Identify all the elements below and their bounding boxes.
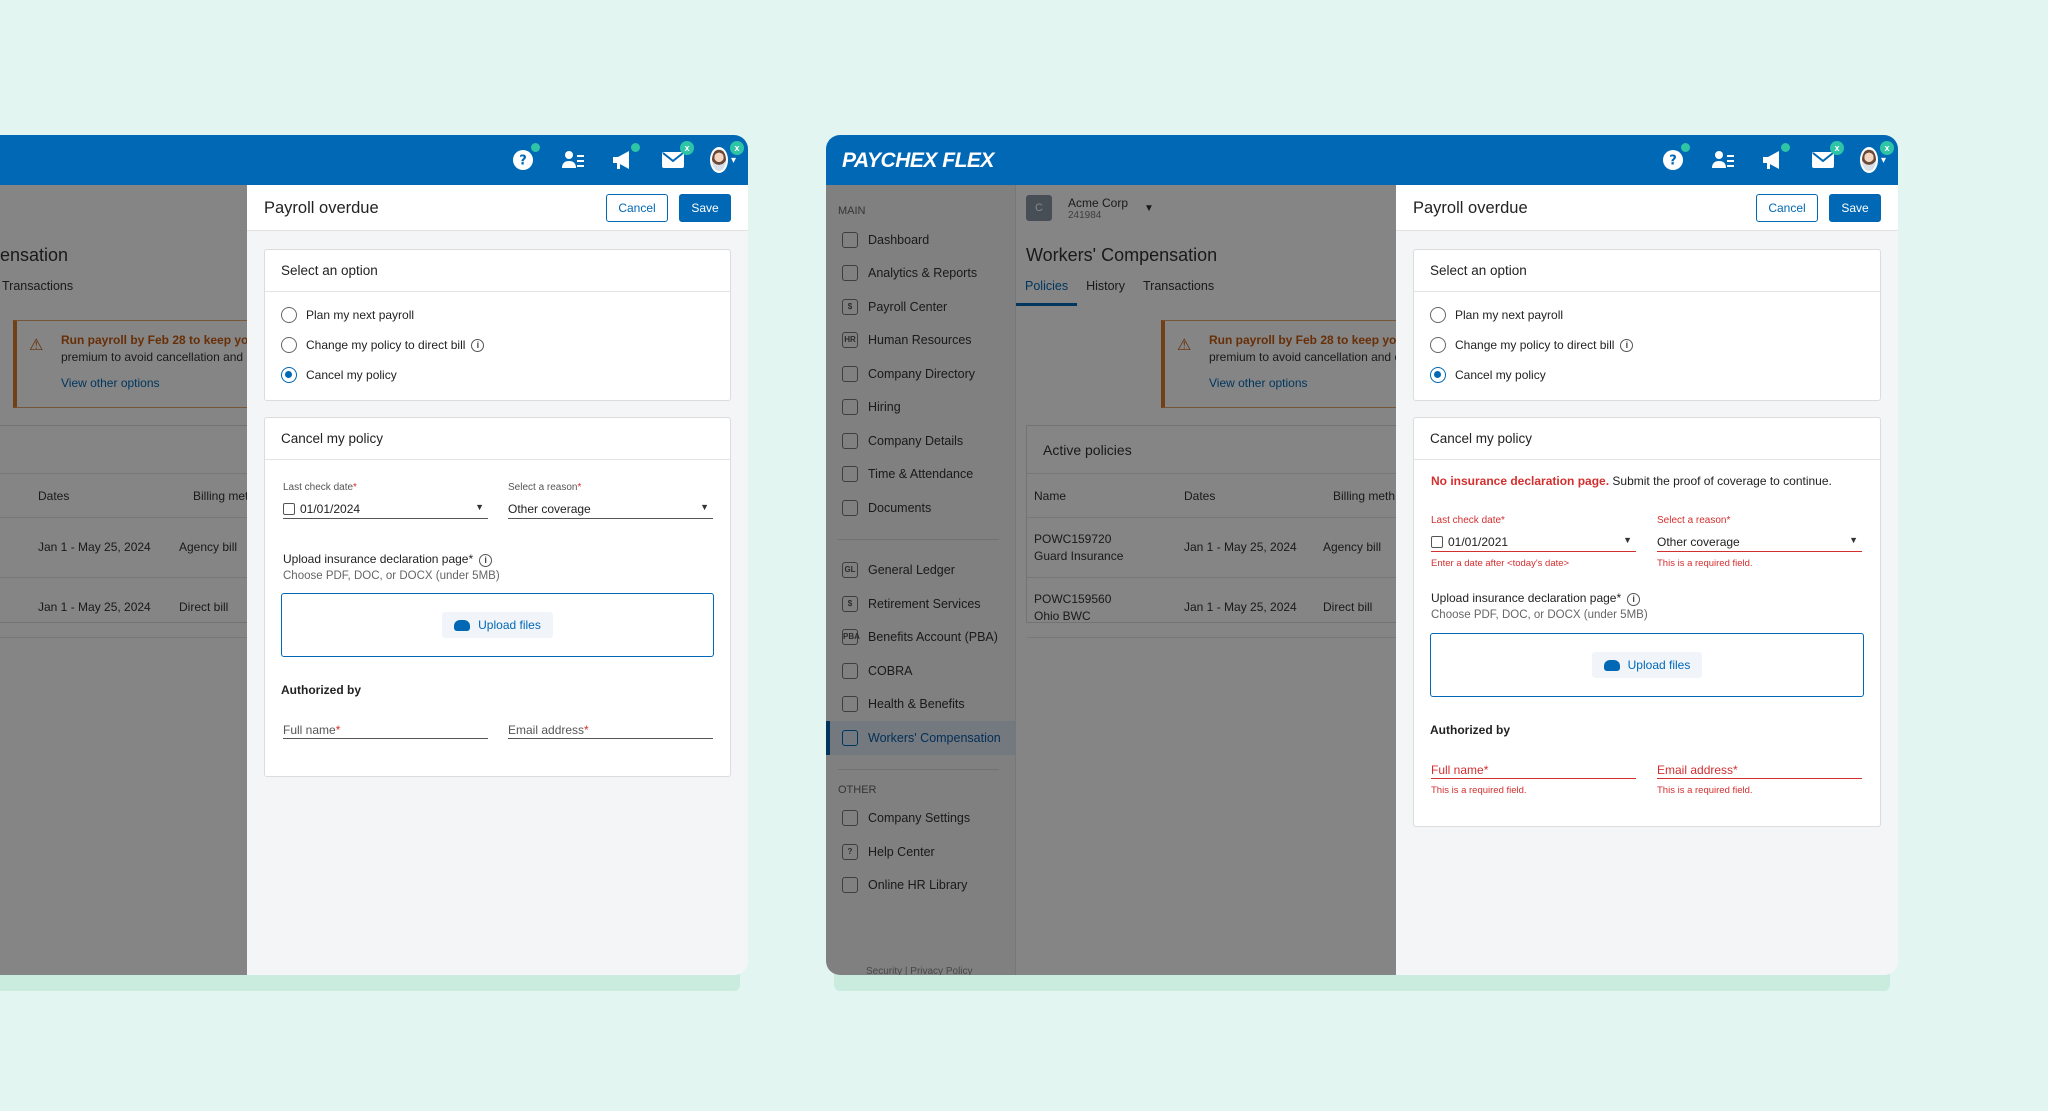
email-error: This is a required field. bbox=[1657, 785, 1753, 796]
email-input[interactable]: Email address* bbox=[508, 723, 713, 739]
option-change-to-direct-bill[interactable]: Change my policy to direct bill i bbox=[1414, 330, 1880, 360]
card-title: Cancel my policy bbox=[265, 418, 730, 460]
left-screen: ? x x ▾ ensation Transactions ⚠ Run payro… bbox=[0, 135, 748, 975]
chevron-down-icon: ▼ bbox=[475, 502, 484, 512]
info-icon[interactable]: i bbox=[1627, 593, 1641, 606]
select-option-card: Select an option Plan my next payroll Ch… bbox=[1413, 249, 1881, 401]
announcements-icon[interactable] bbox=[1760, 143, 1790, 173]
radio-button[interactable] bbox=[281, 337, 297, 353]
svg-text:?: ? bbox=[519, 154, 527, 169]
calendar-icon[interactable] bbox=[283, 502, 295, 515]
avatar-icon[interactable]: x ▾ bbox=[710, 141, 744, 173]
reason-select[interactable]: Select a reason* Other coverage ▼ bbox=[508, 482, 713, 519]
help-icon[interactable]: ? bbox=[1660, 143, 1690, 173]
avatar-icon[interactable]: x ▾ bbox=[1860, 141, 1894, 173]
select-option-card: Select an option Plan my next payroll Ch… bbox=[264, 249, 731, 401]
radio-button[interactable] bbox=[1430, 337, 1446, 353]
chevron-down-icon: ▾ bbox=[1880, 154, 1886, 166]
chevron-down-icon: ▼ bbox=[1849, 535, 1858, 545]
authorized-by-heading: Authorized by bbox=[1430, 723, 1510, 737]
full-name-input[interactable]: Full name* bbox=[283, 723, 488, 739]
option-plan-next-payroll[interactable]: Plan my next payroll bbox=[265, 300, 730, 330]
payroll-overdue-panel: Payroll overdue Cancel Save Select an op… bbox=[1396, 185, 1898, 975]
cancel-policy-card: Cancel my policy Last check date* 01/01/… bbox=[264, 417, 731, 777]
chevron-down-icon: ▼ bbox=[700, 502, 709, 512]
mail-icon[interactable]: x bbox=[660, 141, 694, 173]
paychex-flex-logo[interactable]: PAYCHEX FLEX bbox=[842, 149, 994, 173]
save-button[interactable]: Save bbox=[1829, 194, 1881, 222]
modal-overlay[interactable] bbox=[0, 185, 247, 975]
last-check-date-field[interactable]: Last check date* 01/01/2024 ▼ bbox=[283, 482, 488, 519]
modal-overlay[interactable] bbox=[826, 185, 1396, 975]
info-icon[interactable]: i bbox=[1620, 338, 1634, 352]
full-name-error: This is a required field. bbox=[1431, 785, 1527, 796]
upload-files-button[interactable]: Upload files bbox=[1591, 652, 1703, 678]
contacts-icon[interactable] bbox=[1710, 147, 1736, 173]
info-icon[interactable]: i bbox=[471, 338, 485, 352]
reason-error: This is a required field. bbox=[1657, 558, 1753, 569]
upload-label: Upload insurance declaration page* i bbox=[283, 552, 493, 567]
upload-files-button[interactable]: Upload files bbox=[442, 612, 553, 638]
option-change-to-direct-bill[interactable]: Change my policy to direct bill i bbox=[265, 330, 730, 360]
radio-button[interactable] bbox=[281, 307, 297, 323]
upload-dropzone[interactable]: Upload files bbox=[1430, 633, 1864, 697]
panel-title: Payroll overdue bbox=[264, 199, 379, 217]
error-banner: No insurance declaration page. Submit th… bbox=[1431, 474, 1832, 488]
option-cancel-policy[interactable]: Cancel my policy bbox=[265, 360, 730, 390]
calendar-icon[interactable] bbox=[1431, 535, 1443, 548]
card-title: Select an option bbox=[265, 250, 730, 292]
cancel-button[interactable]: Cancel bbox=[606, 194, 668, 222]
full-name-input[interactable]: Full name* This is a required field. bbox=[1431, 763, 1636, 796]
date-error: Enter a date after <today's date> bbox=[1431, 558, 1570, 569]
top-bar: PAYCHEX FLEX ? x x ▾ bbox=[826, 135, 1898, 185]
save-button[interactable]: Save bbox=[679, 194, 731, 222]
upload-hint: Choose PDF, DOC, or DOCX (under 5MB) bbox=[1431, 609, 1648, 621]
cancel-button[interactable]: Cancel bbox=[1756, 194, 1818, 222]
panel-title: Payroll overdue bbox=[1413, 199, 1528, 217]
reason-select[interactable]: Select a reason* Other coverage ▼ This is… bbox=[1657, 515, 1862, 569]
top-bar: ? x x ▾ bbox=[0, 135, 748, 185]
cloud-upload-icon bbox=[1603, 659, 1620, 671]
radio-button-selected[interactable] bbox=[281, 367, 297, 383]
svg-text:?: ? bbox=[1669, 154, 1677, 169]
upload-label: Upload insurance declaration page* i bbox=[1431, 591, 1641, 606]
cloud-upload-icon bbox=[454, 619, 471, 631]
payroll-overdue-panel: Payroll overdue Cancel Save Select an op… bbox=[247, 185, 748, 975]
option-plan-next-payroll[interactable]: Plan my next payroll bbox=[1414, 300, 1880, 330]
info-icon[interactable]: i bbox=[479, 554, 493, 567]
right-screen: PAYCHEX FLEX ? x x ▾ MAIN Dashboard Analyt… bbox=[826, 135, 1898, 975]
chevron-down-icon: ▼ bbox=[1623, 535, 1632, 545]
upload-hint: Choose PDF, DOC, or DOCX (under 5MB) bbox=[283, 570, 500, 582]
help-icon[interactable]: ? bbox=[510, 143, 540, 173]
last-check-date-field[interactable]: Last check date* 01/01/2021 ▼ Enter a dat… bbox=[1431, 515, 1636, 569]
chevron-down-icon: ▾ bbox=[730, 154, 736, 166]
radio-button[interactable] bbox=[1430, 307, 1446, 323]
authorized-by-heading: Authorized by bbox=[281, 683, 361, 697]
contacts-icon[interactable] bbox=[560, 147, 586, 173]
mail-icon[interactable]: x bbox=[1810, 141, 1844, 173]
card-title: Cancel my policy bbox=[1414, 418, 1880, 460]
card-title: Select an option bbox=[1414, 250, 1880, 292]
option-cancel-policy[interactable]: Cancel my policy bbox=[1414, 360, 1880, 390]
radio-button-selected[interactable] bbox=[1430, 367, 1446, 383]
email-input[interactable]: Email address* This is a required field. bbox=[1657, 763, 1862, 796]
announcements-icon[interactable] bbox=[610, 143, 640, 173]
cancel-policy-card: Cancel my policy No insurance declaratio… bbox=[1413, 417, 1881, 827]
upload-dropzone[interactable]: Upload files bbox=[281, 593, 714, 657]
